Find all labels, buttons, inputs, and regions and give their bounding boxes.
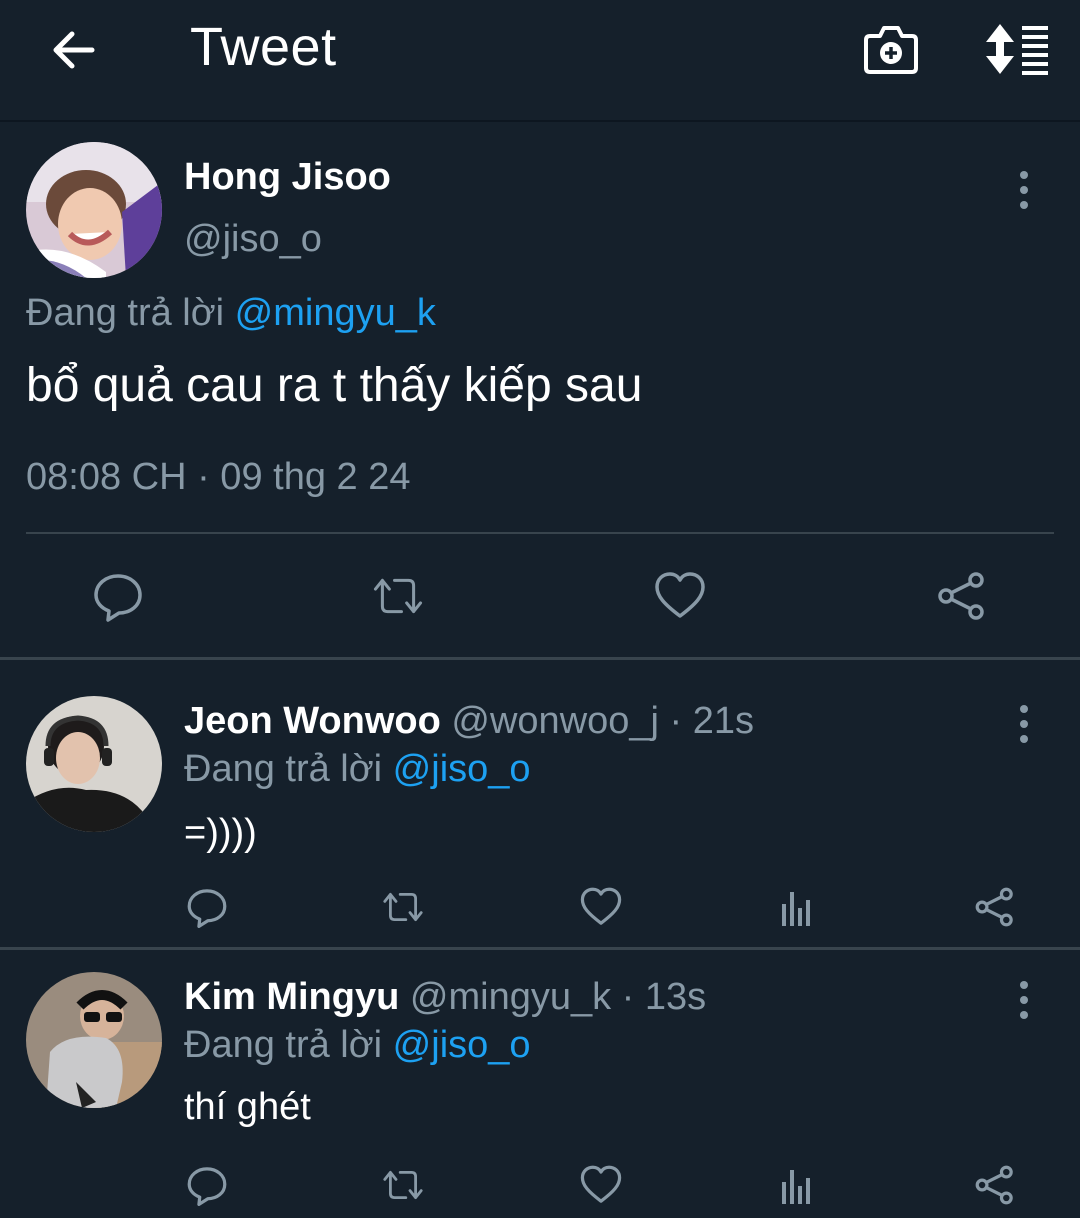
reply-icon[interactable] — [186, 886, 228, 928]
retweet-icon[interactable] — [372, 570, 424, 622]
avatar[interactable] — [26, 972, 162, 1108]
reply-headline: Jeon Wonwoo @wonwoo_j · 21s — [184, 700, 754, 743]
reply-icon[interactable] — [92, 570, 144, 622]
replying-to-label: Đang trả lời — [184, 748, 383, 790]
retweet-icon[interactable] — [382, 886, 424, 928]
more-options-icon[interactable] — [1019, 704, 1029, 744]
like-heart-icon[interactable] — [580, 886, 622, 928]
more-options-icon[interactable] — [1019, 170, 1029, 210]
reply-time: · 21s — [669, 700, 755, 742]
replying-to: Đang trả lời @mingyu_k — [26, 292, 436, 335]
more-options-icon[interactable] — [1019, 980, 1029, 1020]
analytics-icon[interactable] — [776, 886, 818, 928]
reply-mention-link[interactable]: @mingyu_k — [235, 292, 436, 334]
retweet-icon[interactable] — [382, 1164, 424, 1206]
tweet-timestamp: 08:08 CH · 09 thg 2 24 — [26, 456, 411, 498]
share-icon[interactable] — [936, 570, 988, 622]
author-name[interactable]: Jeon Wonwoo — [184, 700, 441, 742]
like-heart-icon[interactable] — [580, 1164, 622, 1206]
replying-to: Đang trả lời @jiso_o — [184, 1024, 531, 1067]
reply-tweet[interactable]: Jeon Wonwoo @wonwoo_j · 21s Đang trả lời… — [0, 660, 1080, 950]
sort-reorder-icon[interactable] — [982, 22, 1052, 76]
author-handle[interactable]: @mingyu_k — [410, 976, 611, 1018]
reply-headline: Kim Mingyu @mingyu_k · 13s — [184, 976, 706, 1019]
camera-add-icon[interactable] — [862, 22, 920, 76]
top-bar: Tweet — [0, 0, 1080, 122]
author-handle[interactable]: @wonwoo_j — [451, 700, 659, 742]
page-title: Tweet — [190, 17, 337, 77]
reply-time: · 13s — [621, 976, 707, 1018]
tweet-text: =)))) — [184, 812, 257, 854]
analytics-icon[interactable] — [776, 1164, 818, 1206]
share-icon[interactable] — [974, 886, 1016, 928]
tweet-text: bổ quả cau ra t thấy kiếp sau — [26, 359, 643, 412]
like-heart-icon[interactable] — [654, 570, 706, 622]
avatar[interactable] — [26, 696, 162, 832]
reply-mention-link[interactable]: @jiso_o — [393, 748, 531, 790]
replying-to-label: Đang trả lời — [26, 292, 225, 334]
author-name[interactable]: Hong Jisoo — [184, 156, 391, 199]
replying-to: Đang trả lời @jiso_o — [184, 748, 531, 791]
author-handle[interactable]: @jiso_o — [184, 218, 322, 261]
main-tweet: Hong Jisoo @jiso_o Đang trả lời @mingyu_… — [0, 122, 1080, 660]
avatar[interactable] — [26, 142, 162, 278]
author-name[interactable]: Kim Mingyu — [184, 976, 399, 1018]
tweet-text: thí ghét — [184, 1086, 311, 1128]
replying-to-label: Đang trả lời — [184, 1024, 383, 1066]
reply-mention-link[interactable]: @jiso_o — [393, 1024, 531, 1066]
share-icon[interactable] — [974, 1164, 1016, 1206]
reply-icon[interactable] — [186, 1164, 228, 1206]
reply-tweet[interactable]: Kim Mingyu @mingyu_k · 13s Đang trả lời … — [0, 950, 1080, 1218]
back-arrow-icon[interactable] — [48, 24, 100, 76]
divider — [26, 532, 1054, 534]
